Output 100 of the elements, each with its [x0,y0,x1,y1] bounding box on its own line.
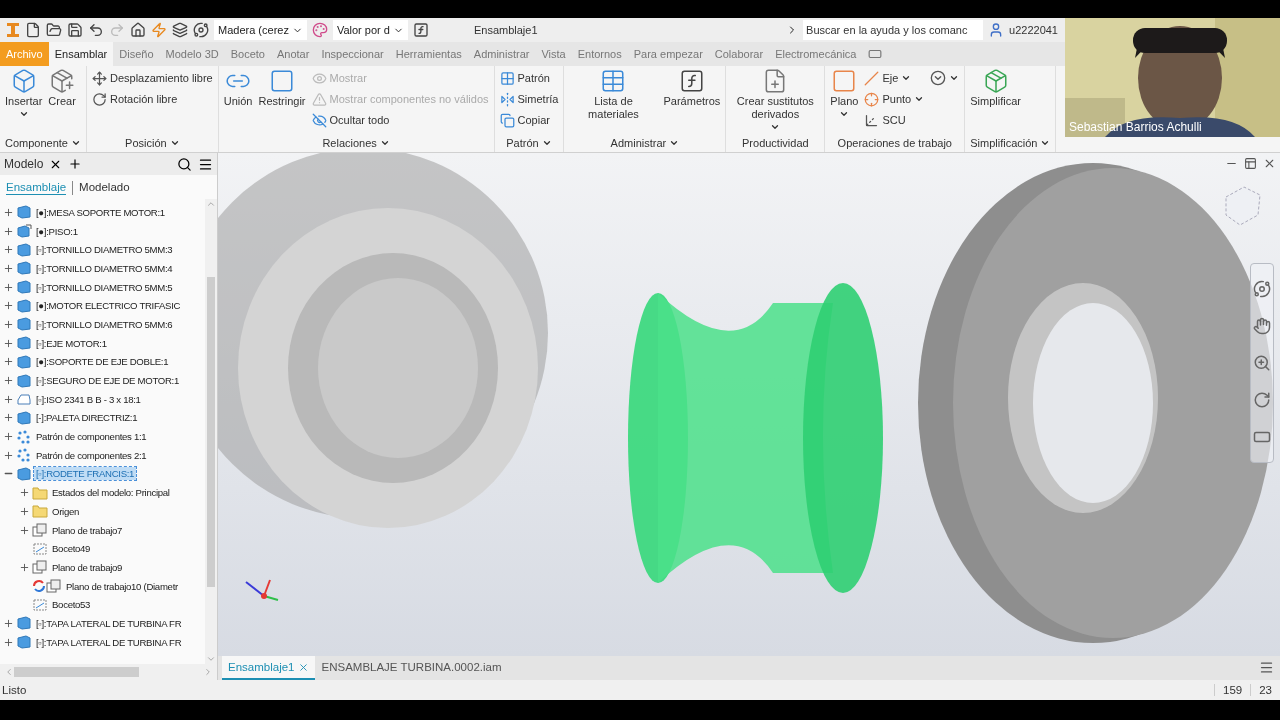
ribbon-button[interactable]: Parámetros [661,68,723,108]
tree-item[interactable]: Origen [50,504,81,518]
group-label[interactable]: Operaciones de trabajo [825,134,965,152]
ribbon-button[interactable]: Lista de materiales [567,68,660,121]
menu-icon[interactable] [198,156,213,172]
tree-item[interactable]: Patrón de componentes 2:1 [34,448,149,462]
view-tab[interactable]: Modelado [79,181,130,195]
ribbon-button[interactable]: Rotación libre [90,89,215,109]
ribbon-tab[interactable]: Boceto [224,42,271,66]
expand-icon[interactable] [2,449,14,461]
group-label[interactable]: Relaciones [218,134,494,152]
tree-item[interactable]: Plano de trabajo7 [50,523,125,537]
expand-icon[interactable] [18,524,30,536]
group-label[interactable]: Productividad [726,134,825,152]
expand-icon[interactable] [2,244,14,256]
document-tab[interactable]: ENSAMBLAJE TURBINA.0002.iam [315,656,508,680]
open-folder-icon[interactable] [46,22,62,38]
ribbon-tab[interactable]: Electromecánica [769,42,863,66]
tree-item[interactable]: [●]:SOPORTE DE EJE DOBLE:1 [34,355,171,369]
ribbon-tab[interactable]: Vista [535,42,572,66]
expand-icon[interactable] [2,375,14,387]
ribbon-button[interactable]: Eje [862,68,927,88]
tree-item[interactable]: [▫]:TORNILLO DIAMETRO 5MM:6 [34,317,175,331]
tree-item[interactable]: Boceto49 [50,542,93,556]
ribbon-button[interactable]: Simetría [497,89,561,109]
save-icon[interactable] [67,22,83,38]
undo-icon[interactable] [88,22,104,38]
ribbon-tab[interactable]: Herramientas [389,42,468,66]
ribbon-tab[interactable]: Diseño [113,42,160,66]
function-icon[interactable] [412,22,429,38]
expand-icon[interactable] [2,225,14,237]
expand-icon[interactable] [2,300,14,312]
document-tab[interactable]: Ensamblaje1 [222,656,316,680]
ribbon-tab[interactable]: Colaborar [708,42,770,66]
expand-icon[interactable] [18,561,30,573]
expand-icon[interactable] [2,393,14,405]
material-dropdown[interactable]: Madera (cerez [214,20,307,40]
ribbon-tab[interactable]: Anotar [270,42,316,66]
group-label[interactable]: Simplificación [965,134,1056,152]
expand-icon[interactable] [2,636,14,648]
tree-item[interactable]: Estados del modelo: Principal [50,486,172,500]
appearance-dropdown[interactable]: Valor por d [332,20,408,40]
group-label[interactable]: Patrón [494,134,564,152]
tree-item[interactable]: [▫]:TAPA LATERAL DE TURBINA FR [34,635,184,649]
ribbon-tab[interactable]: Entornos [571,42,628,66]
ribbon-button[interactable]: Desplazamiento libre [90,68,215,88]
ribbon-button[interactable]: Patrón [497,68,561,88]
ribbon-button[interactable]: Punto [862,89,927,109]
tree-item[interactable]: [▫]:RODETE FRANCIS:1 [34,467,137,481]
tree-item[interactable]: [●]:MOTOR ELECTRICO TRIFASIC [34,299,183,313]
ribbon-button[interactable]: Unión [221,68,255,108]
tree-item[interactable]: [●]:PISO:1 [34,224,80,238]
expand-icon[interactable] [2,337,14,349]
search-field[interactable]: Buscar en la ayuda y los comanc [803,20,984,40]
ribbon-button[interactable]: Plano [828,68,861,119]
close-icon[interactable] [1263,157,1276,170]
expand-icon[interactable] [2,356,14,368]
ribbon-tab[interactable]: Modelo 3D [159,42,225,66]
hand-icon[interactable] [1253,316,1271,335]
ribbon-button[interactable]: Insertar [3,68,45,119]
ribbon-button[interactable]: Restringir [256,68,308,108]
expand-icon[interactable] [18,505,30,517]
add-tab-icon[interactable] [68,157,83,171]
ribbon-button[interactable]: Simplificar [968,68,1023,108]
group-label[interactable]: Posición [87,134,218,152]
expand-icon[interactable] [2,412,14,424]
expand-icon[interactable] [2,206,14,218]
tree-item[interactable]: [▫]:ISO 2341 B B - 3 x 18:1 [34,392,143,406]
palette-icon[interactable] [311,22,328,38]
home-icon[interactable] [130,22,146,38]
ribbon-button[interactable]: Copiar [497,110,561,130]
ribbon-button[interactable]: Crear [46,68,78,108]
tree-item[interactable]: [-]:PALETA DIRECTRIZ:1 [34,411,140,425]
tree-item[interactable]: [▫]:TAPA LATERAL DE TURBINA FR [34,616,184,630]
new-file-icon[interactable] [25,22,41,38]
tree-item[interactable]: Plano de trabajo10 (Diametr [64,579,180,593]
ribbon-tab[interactable]: Inspeccionar [315,42,390,66]
expand-icon[interactable] [2,281,14,293]
tree-item[interactable]: [▫]:SEGURO DE EJE DE MOTOR:1 [34,374,182,388]
zoom-icon[interactable] [1253,353,1271,372]
group-label[interactable]: Componente [0,134,86,152]
tree-item[interactable]: Plano de trabajo9 [50,560,125,574]
expand-icon[interactable] [2,431,14,443]
tree-item[interactable]: Patrón de componentes 1:1 [34,430,149,444]
tree-item[interactable]: [●]:MESA SOPORTE MOTOR:1 [34,205,167,219]
expand-icon[interactable] [18,487,30,499]
expand-icon[interactable] [2,617,14,629]
expand-icon[interactable] [2,318,14,330]
browser-tab[interactable]: Modelo [4,157,44,171]
ribbon-button[interactable]: SCU [862,110,927,130]
view-tab[interactable]: Ensamblaje [6,181,67,195]
ribbon-tab[interactable]: Administrar [467,42,536,66]
panel-toggle-icon[interactable] [868,47,883,61]
tree-item[interactable]: [▫]:TORNILLO DIAMETRO 5MM:5 [34,280,175,294]
tile-icon[interactable] [1244,157,1257,170]
user-name[interactable]: u2222041 [1009,24,1058,36]
ribbon-button[interactable]: Crear sustitutos derivados [729,68,822,132]
expand-icon[interactable] [2,262,14,274]
search-icon[interactable] [177,156,192,172]
ribbon-button[interactable]: Ocultar todo [309,110,491,130]
